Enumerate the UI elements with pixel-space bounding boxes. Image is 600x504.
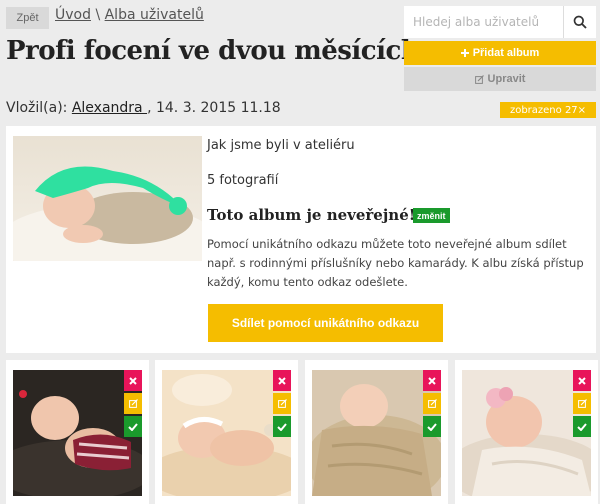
edit-icon <box>427 399 437 408</box>
check-icon <box>277 422 287 431</box>
edit-icon <box>277 399 287 408</box>
breadcrumb-separator: \ <box>95 7 101 23</box>
search-box <box>404 6 596 38</box>
views-badge: zobrazeno 27× <box>500 102 596 118</box>
private-notice: Toto album je neveřejné! <box>207 206 416 224</box>
delete-photo-button[interactable] <box>124 370 142 391</box>
close-icon <box>578 376 586 385</box>
edit-photo-button[interactable] <box>573 393 591 414</box>
breadcrumb-albums-link[interactable]: Alba uživatelů <box>105 7 204 23</box>
photo-thumbnail <box>6 360 149 504</box>
edit-photo-button[interactable] <box>124 393 142 414</box>
add-album-label: Přidat album <box>472 47 540 59</box>
author-link[interactable]: Alexandra <box>72 100 147 116</box>
delete-photo-button[interactable] <box>423 370 441 391</box>
photo-count: 5 fotografií <box>207 173 279 188</box>
check-icon <box>577 422 587 431</box>
change-privacy-button[interactable]: změnit <box>413 208 450 223</box>
set-cover-button[interactable] <box>423 416 441 437</box>
breadcrumb: Úvod \ Alba uživatelů <box>55 7 204 23</box>
set-cover-button[interactable] <box>273 416 291 437</box>
edit-album-button[interactable]: Upravit <box>404 67 596 91</box>
search-icon <box>573 15 587 29</box>
photo-image[interactable] <box>13 370 142 496</box>
edit-icon <box>128 399 138 408</box>
check-icon <box>128 422 138 431</box>
edit-photo-button[interactable] <box>273 393 291 414</box>
share-link-button[interactable]: Sdílet pomocí unikátního odkazu <box>208 304 443 342</box>
page-title: Profi focení ve dvou měsících <box>6 36 420 66</box>
edit-album-label: Upravit <box>487 73 526 85</box>
album-info-card: Jak jsme byli v ateliéru 5 fotografií To… <box>6 126 596 353</box>
photo-thumbnail <box>455 360 598 504</box>
set-cover-button[interactable] <box>573 416 591 437</box>
edit-icon <box>577 399 587 408</box>
edit-photo-button[interactable] <box>423 393 441 414</box>
close-icon <box>129 376 137 385</box>
share-description: Pomocí unikátního odkazu můžete toto nev… <box>207 237 584 289</box>
breadcrumb-home-link[interactable]: Úvod <box>55 7 91 23</box>
delete-photo-button[interactable] <box>573 370 591 391</box>
delete-photo-button[interactable] <box>273 370 291 391</box>
post-date: , 14. 3. 2015 11.18 <box>147 100 281 116</box>
close-icon <box>278 376 286 385</box>
edit-icon <box>474 74 484 84</box>
album-name: Jak jsme byli v ateliéru <box>207 138 355 153</box>
photo-thumbnail <box>305 360 448 504</box>
plus-icon <box>460 49 469 57</box>
photo-image[interactable] <box>462 370 591 496</box>
add-album-button[interactable]: Přidat album <box>404 41 596 65</box>
search-input[interactable] <box>404 6 563 38</box>
set-cover-button[interactable] <box>124 416 142 437</box>
photo-image[interactable] <box>162 370 291 496</box>
search-button[interactable] <box>563 6 596 38</box>
photo-thumbnail <box>155 360 298 504</box>
back-button[interactable]: Zpět <box>6 7 49 29</box>
author-prefix: Vložil(a): <box>6 100 68 116</box>
photo-image[interactable] <box>312 370 441 496</box>
check-icon <box>427 422 437 431</box>
author-line: Vložil(a): Alexandra , 14. 3. 2015 11.18 <box>6 100 281 116</box>
album-cover-image[interactable] <box>13 136 202 261</box>
close-icon <box>428 376 436 385</box>
